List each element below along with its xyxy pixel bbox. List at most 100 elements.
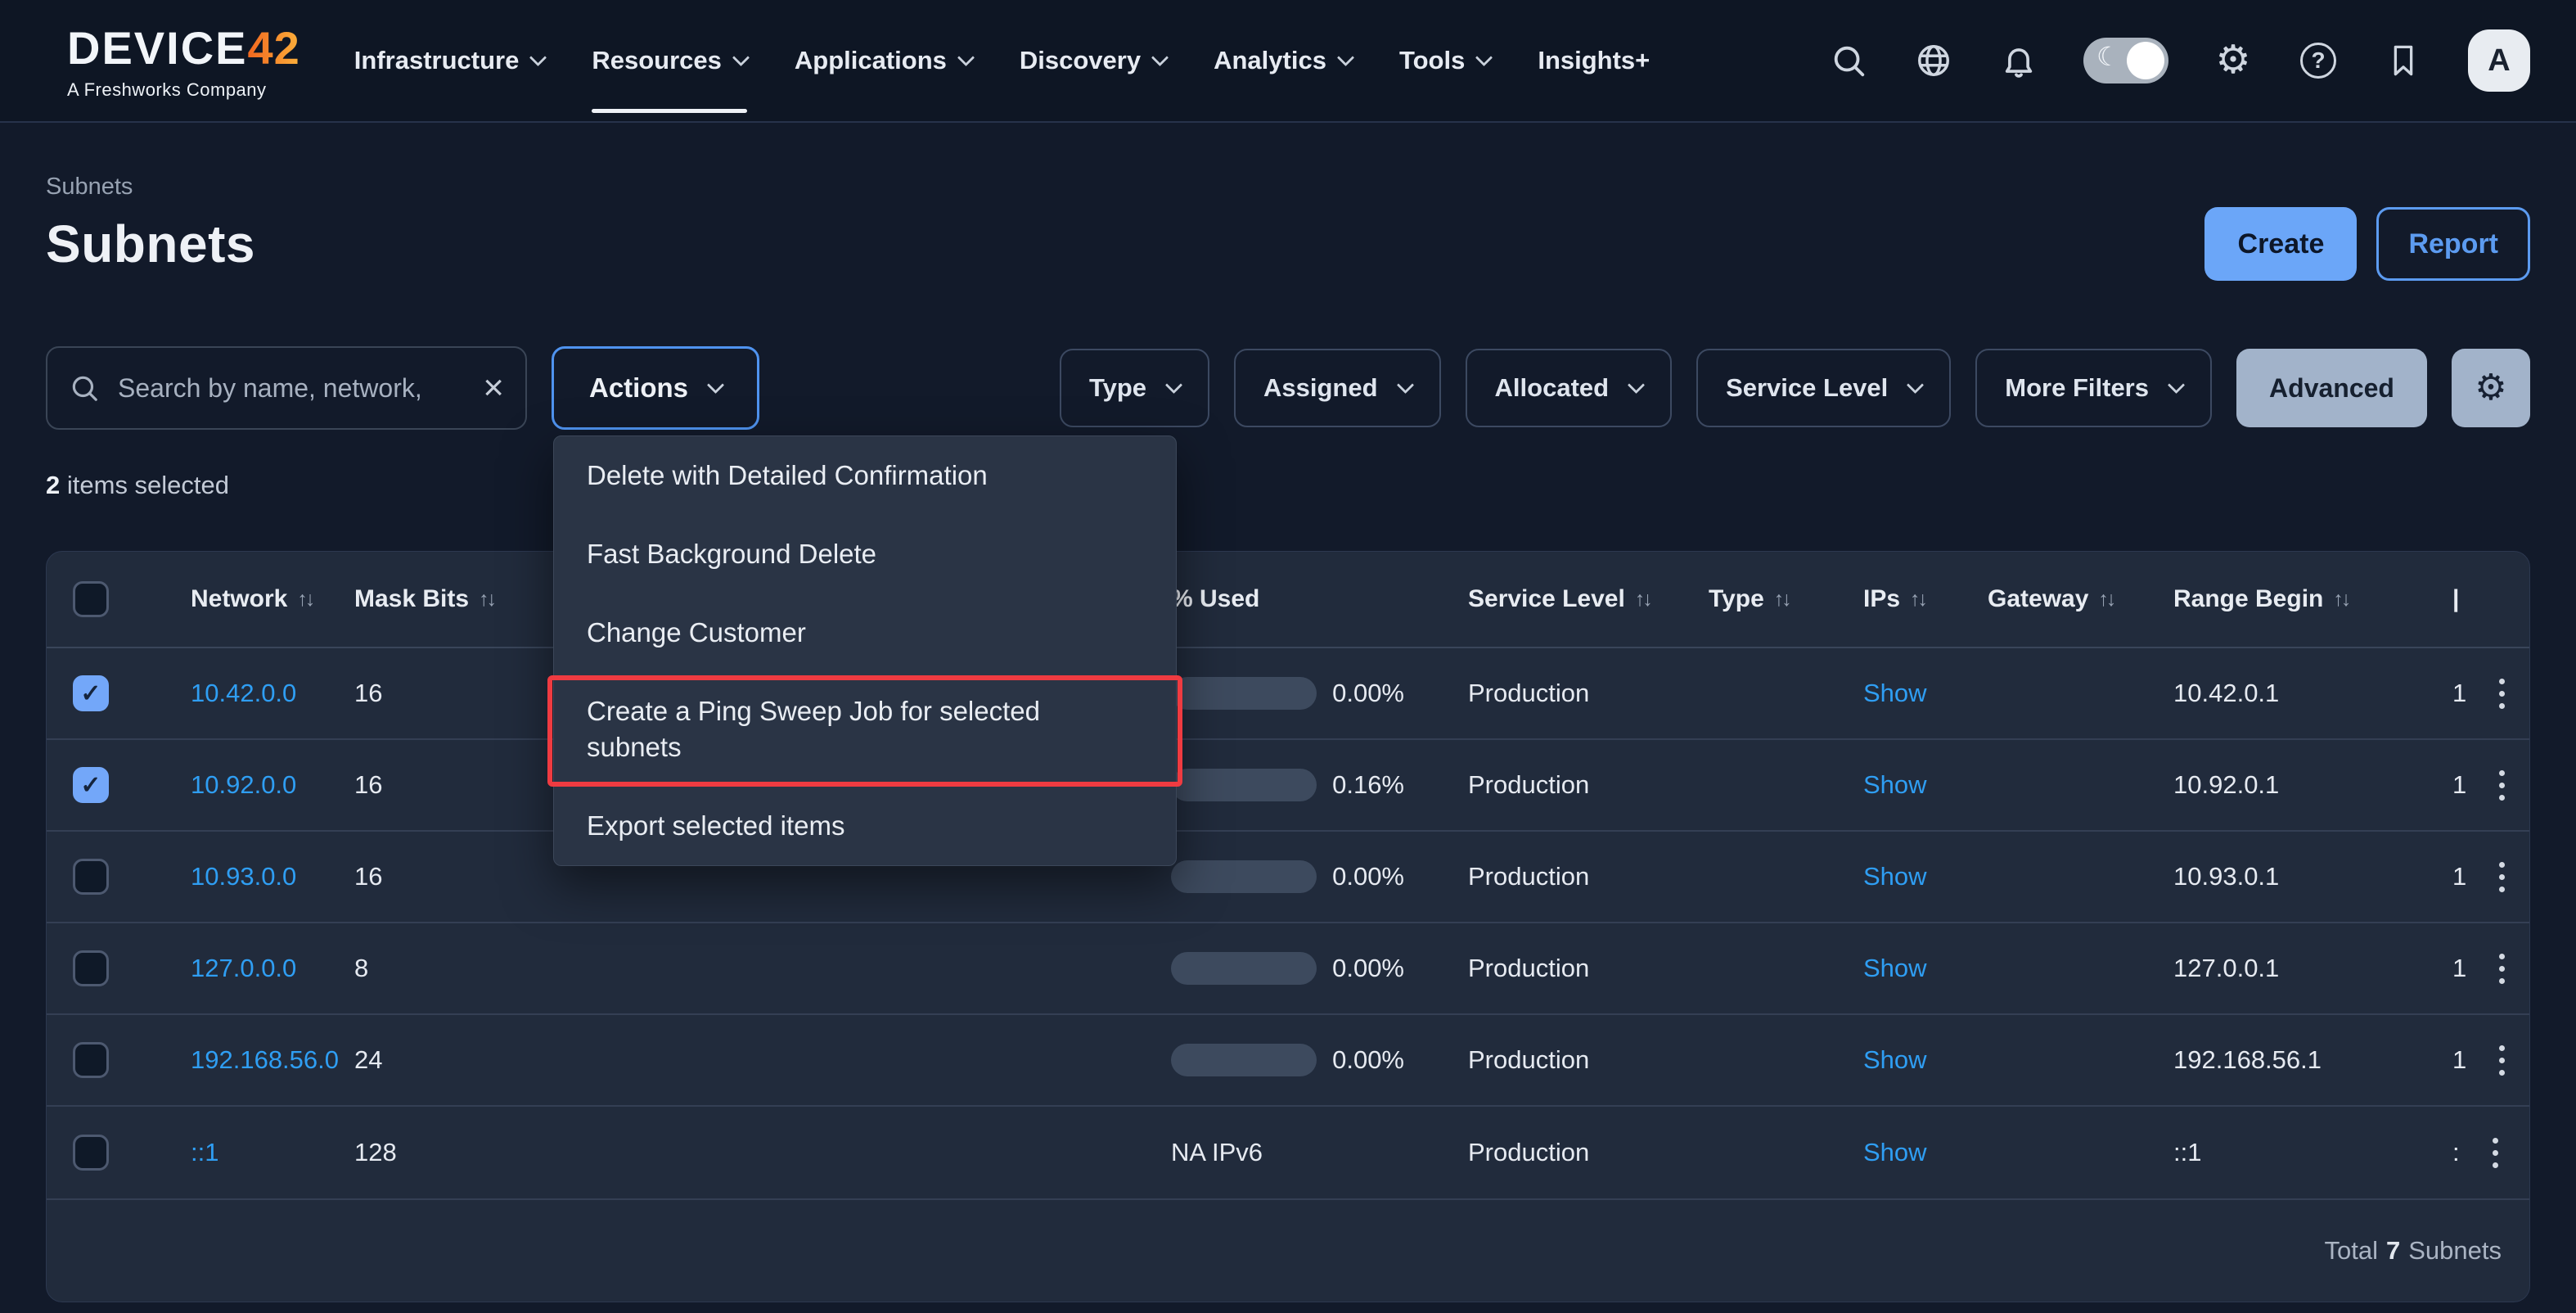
show-ips-link[interactable]: Show <box>1863 1138 1927 1167</box>
network-link[interactable]: 10.93.0.0 <box>191 862 296 891</box>
menu-item-create-a-ping-sweep-job-for-selected-subnets[interactable]: Create a Ping Sweep Job for selected sub… <box>554 679 1176 780</box>
table-row: 10.93.0.0160.00%ProductionShow10.93.0.11 <box>47 832 2529 923</box>
search-input[interactable] <box>118 373 465 404</box>
filter-service-level-dropdown[interactable]: Service Level <box>1696 349 1951 427</box>
column-header-network[interactable]: Network↑↓ <box>122 585 328 613</box>
truncated-column-value: 1 <box>2452 954 2466 983</box>
range-begin-value: 10.42.0.1 <box>2173 679 2279 708</box>
network-link[interactable]: 192.168.56.0 <box>191 1045 339 1075</box>
filter-type-dropdown[interactable]: Type <box>1060 349 1209 427</box>
menu-item-label: Fast Background Delete <box>587 536 1078 572</box>
user-avatar[interactable]: A <box>2468 29 2530 92</box>
used-na-value: NA IPv6 <box>1171 1138 1263 1167</box>
network-link[interactable]: 10.92.0.0 <box>191 770 296 800</box>
filter-more-filters-dropdown[interactable]: More Filters <box>1975 349 2212 427</box>
row-kebab-menu-icon[interactable] <box>2489 1135 2502 1171</box>
chevron-down-icon <box>732 48 750 65</box>
row-checkbox[interactable] <box>73 1042 109 1078</box>
clear-search-icon[interactable]: × <box>483 370 504 406</box>
advanced-button[interactable]: Advanced <box>2236 349 2427 427</box>
column-header-type[interactable]: Type↑↓ <box>1682 585 1837 613</box>
breadcrumb[interactable]: Subnets <box>46 174 133 201</box>
row-checkbox[interactable]: ✓ <box>73 675 109 711</box>
row-kebab-menu-icon[interactable] <box>2496 1042 2508 1079</box>
row-kebab-menu-icon[interactable] <box>2496 675 2508 712</box>
row-kebab-menu-icon[interactable] <box>2496 859 2508 896</box>
gear-icon: ⚙ <box>2475 370 2506 406</box>
nav-item-discovery[interactable]: Discovery <box>1020 0 1166 121</box>
show-ips-link[interactable]: Show <box>1863 1045 1927 1075</box>
nav-item-resources[interactable]: Resources <box>592 0 747 121</box>
used-progress-bar <box>1171 860 1317 893</box>
menu-item-delete-with-detailed-confirmation[interactable]: Delete with Detailed Confirmation <box>554 443 1176 508</box>
used-progress-bar <box>1171 769 1317 801</box>
brand-name: DEVICE <box>67 21 248 74</box>
globe-icon[interactable] <box>1913 40 1954 81</box>
device42-logo[interactable]: DEVICE42 A Freshworks Company <box>67 21 300 101</box>
settings-gear-icon[interactable]: ⚙ <box>2213 40 2254 81</box>
show-ips-link[interactable]: Show <box>1863 954 1927 983</box>
network-link[interactable]: 10.42.0.0 <box>191 679 296 708</box>
row-checkbox[interactable] <box>73 859 109 895</box>
report-button[interactable]: Report <box>2376 207 2530 281</box>
column-header-service-level[interactable]: Service Level↑↓ <box>1442 585 1682 613</box>
row-checkbox[interactable]: ✓ <box>73 767 109 803</box>
show-ips-link[interactable]: Show <box>1863 679 1927 708</box>
create-button[interactable]: Create <box>2204 207 2357 281</box>
nav-item-label: Resources <box>592 46 722 75</box>
search-icon[interactable] <box>1828 40 1869 81</box>
filter-allocated-dropdown[interactable]: Allocated <box>1466 349 1673 427</box>
row-kebab-menu-icon[interactable] <box>2496 950 2508 987</box>
chevron-down-icon <box>1628 376 1645 393</box>
row-checkbox[interactable] <box>73 950 109 986</box>
filter-assigned-dropdown[interactable]: Assigned <box>1234 349 1441 427</box>
toolbar: × Actions Type Assigned Allocated Service L… <box>46 346 2530 430</box>
toggle-knob <box>2127 42 2164 79</box>
show-ips-link[interactable]: Show <box>1863 862 1927 891</box>
menu-item-change-customer[interactable]: Change Customer <box>554 600 1176 666</box>
column-header-range-begin[interactable]: Range Begin↑↓ <box>2147 585 2426 613</box>
search-icon <box>69 372 100 404</box>
column-label: IPs <box>1863 585 1900 613</box>
sort-icon: ↑↓ <box>1774 588 1790 611</box>
used-progress-bar <box>1171 1044 1317 1076</box>
table-footer: Total7Subnets <box>47 1198 2529 1302</box>
table-settings-button[interactable]: ⚙ <box>2452 349 2530 427</box>
nav-item-label: Insights+ <box>1538 46 1650 75</box>
nav-item-label: Applications <box>795 46 947 75</box>
column-label: Gateway <box>1988 585 2088 613</box>
column-label: Range Begin <box>2173 585 2323 613</box>
mask-bits-value: 8 <box>354 954 368 983</box>
filter-label: Allocated <box>1495 373 1610 403</box>
menu-item-fast-background-delete[interactable]: Fast Background Delete <box>554 521 1176 587</box>
nav-item-insights+[interactable]: Insights+ <box>1538 0 1650 121</box>
actions-dropdown-button[interactable]: Actions <box>552 346 759 430</box>
menu-item-export-selected-items[interactable]: Export selected items <box>554 793 1176 859</box>
nav-item-tools[interactable]: Tools <box>1399 0 1490 121</box>
select-all-checkbox[interactable] <box>73 581 109 617</box>
search-box[interactable]: × <box>46 346 527 430</box>
notifications-bell-icon[interactable] <box>1998 40 2039 81</box>
column-header-ips[interactable]: IPs↑↓ <box>1837 585 1961 613</box>
mask-bits-value: 16 <box>354 862 382 891</box>
mask-bits-value: 128 <box>354 1138 397 1167</box>
show-ips-link[interactable]: Show <box>1863 770 1927 800</box>
row-checkbox[interactable] <box>73 1135 109 1171</box>
selection-summary: 2 items selected <box>46 471 2530 500</box>
dark-mode-toggle[interactable]: ☾ <box>2083 38 2168 83</box>
nav-item-applications[interactable]: Applications <box>795 0 972 121</box>
bookmark-icon[interactable] <box>2383 40 2424 81</box>
nav-item-infrastructure[interactable]: Infrastructure <box>354 0 545 121</box>
network-link[interactable]: ::1 <box>191 1138 218 1167</box>
range-begin-value: 10.92.0.1 <box>2173 770 2279 800</box>
nav-item-analytics[interactable]: Analytics <box>1214 0 1352 121</box>
column-header-gateway[interactable]: Gateway↑↓ <box>1961 585 2147 613</box>
row-kebab-menu-icon[interactable] <box>2496 767 2508 804</box>
mask-bits-value: 16 <box>354 770 382 800</box>
filter-label: Type <box>1089 373 1146 403</box>
chevron-down-icon <box>957 48 975 65</box>
help-icon[interactable]: ? <box>2298 40 2339 81</box>
table-row: ✓10.92.0.0160.16%ProductionShow10.92.0.1… <box>47 740 2529 832</box>
network-link[interactable]: 127.0.0.0 <box>191 954 296 983</box>
chevron-down-icon <box>707 376 724 393</box>
